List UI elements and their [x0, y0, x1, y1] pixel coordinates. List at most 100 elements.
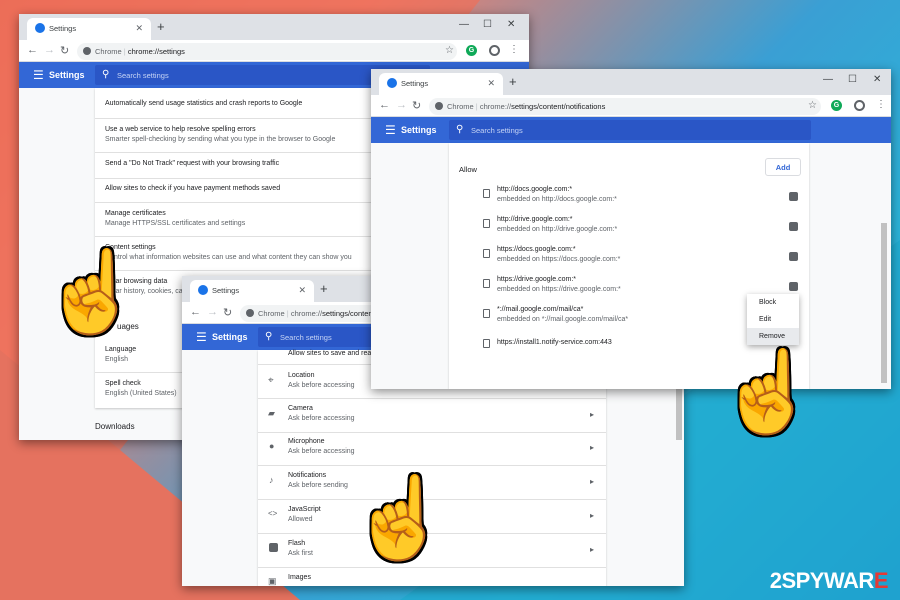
- minimize-icon[interactable]: —: [823, 74, 833, 85]
- settings-row[interactable]: Use a web service to help resolve spelli…: [105, 126, 335, 143]
- omnibox[interactable]: Chrome | chrome://settings/content/notif…: [429, 98, 821, 115]
- extension-puzzle-icon[interactable]: [789, 192, 798, 201]
- new-tab-button[interactable]: +: [320, 281, 328, 296]
- site-row: https://docs.google.com:* embedded on htt…: [497, 246, 621, 263]
- scrollbar[interactable]: [881, 223, 887, 383]
- back-icon[interactable]: ←: [379, 99, 390, 111]
- hand-pointer-icon: ☝: [42, 247, 142, 336]
- tab-title: Settings: [212, 286, 240, 295]
- new-tab-button[interactable]: +: [509, 74, 517, 89]
- reload-icon[interactable]: ↻: [60, 44, 69, 57]
- omnibox-url-prefix: chrome://: [479, 102, 512, 111]
- add-button[interactable]: Add: [765, 158, 801, 176]
- site-row: https://drive.google.com:* embedded on ht…: [497, 276, 621, 293]
- block-menu-item[interactable]: Block: [747, 294, 799, 311]
- edit-menu-item[interactable]: Edit: [747, 311, 799, 328]
- close-window-icon[interactable]: ✕: [507, 19, 515, 30]
- hand-pointer-icon: ☝: [350, 473, 450, 562]
- settings-row[interactable]: Send a "Do Not Track" request with your …: [105, 160, 279, 167]
- image-icon: ▣: [268, 576, 277, 586]
- reload-icon[interactable]: ↻: [223, 306, 232, 319]
- new-tab-button[interactable]: +: [157, 19, 165, 34]
- search-placeholder: Search settings: [280, 333, 332, 342]
- javascript-row[interactable]: JavaScript Allowed: [288, 506, 321, 523]
- code-icon: <>: [268, 509, 278, 518]
- omnibox-url: settings/content/notifications: [511, 102, 606, 111]
- omnibox-scheme: Chrome: [95, 47, 122, 56]
- hamburger-menu-icon[interactable]: ☰: [33, 68, 44, 82]
- puzzle-icon: [269, 543, 278, 552]
- account-icon[interactable]: [854, 100, 865, 111]
- maximize-icon[interactable]: ☐: [848, 74, 857, 85]
- omnibox-url: chrome://settings: [127, 47, 185, 56]
- settings-row[interactable]: Manage certificates Manage HTTPS/SSL cert…: [105, 210, 245, 227]
- extension-puzzle-icon[interactable]: [789, 252, 798, 261]
- settings-row[interactable]: Automatically send usage statistics and …: [105, 100, 302, 107]
- tab-strip: Settings ✕ + — ☐ ✕: [19, 14, 529, 40]
- back-icon[interactable]: ←: [190, 306, 201, 318]
- grammarly-extension-icon[interactable]: G: [831, 100, 842, 111]
- partial-row[interactable]: Allow sites to save and read: [288, 350, 375, 357]
- tab-settings[interactable]: Settings ✕: [27, 18, 151, 40]
- images-row[interactable]: Images: [288, 574, 311, 581]
- maximize-icon[interactable]: ☐: [483, 19, 492, 30]
- account-icon[interactable]: [489, 45, 500, 56]
- chevron-right-icon: ▸: [590, 511, 595, 520]
- settings-header: ☰ Settings ⚲ Search settings: [371, 117, 891, 143]
- location-row[interactable]: Location Ask before accessing: [288, 372, 355, 389]
- header-title: Settings: [212, 332, 248, 342]
- grammarly-extension-icon[interactable]: G: [466, 45, 477, 56]
- remove-menu-item[interactable]: Remove: [747, 328, 799, 345]
- chevron-right-icon: ▸: [590, 477, 595, 486]
- site-row: http://docs.google.com:* embedded on http…: [497, 186, 617, 203]
- bookmark-star-icon[interactable]: ☆: [808, 100, 817, 111]
- flash-row[interactable]: Flash Ask first: [288, 540, 313, 557]
- file-icon: [483, 279, 490, 288]
- settings-row[interactable]: Allow sites to check if you have payment…: [105, 185, 280, 192]
- close-tab-icon[interactable]: ✕: [487, 78, 495, 89]
- language-row[interactable]: Language English: [105, 346, 136, 363]
- bell-icon: ♪: [269, 475, 274, 485]
- minimize-icon[interactable]: —: [459, 19, 469, 30]
- hamburger-menu-icon[interactable]: ☰: [196, 330, 207, 344]
- file-icon: [483, 249, 490, 258]
- file-icon: [483, 219, 490, 228]
- microphone-row[interactable]: Microphone Ask before accessing: [288, 438, 355, 455]
- chevron-right-icon: ▸: [590, 545, 595, 554]
- chevron-right-icon: ▸: [590, 443, 595, 452]
- forward-icon[interactable]: →: [44, 44, 55, 56]
- file-icon: [483, 309, 490, 318]
- tab-settings[interactable]: Settings ✕: [190, 280, 314, 302]
- extension-puzzle-icon[interactable]: [789, 222, 798, 231]
- extension-puzzle-icon[interactable]: [789, 282, 798, 291]
- site-info-icon[interactable]: [246, 309, 254, 317]
- menu-kebab-icon[interactable]: ⋮: [876, 99, 886, 110]
- forward-icon[interactable]: →: [396, 99, 407, 111]
- camera-row[interactable]: Camera Ask before accessing: [288, 405, 355, 422]
- tab-settings[interactable]: Settings ✕: [379, 73, 503, 95]
- bookmark-star-icon[interactable]: ☆: [445, 45, 454, 56]
- search-settings-input[interactable]: ⚲ Search settings: [449, 120, 811, 140]
- address-bar: ← → ↻ Chrome | chrome://settings/content…: [371, 95, 891, 117]
- site-info-icon[interactable]: [83, 47, 91, 55]
- site-info-icon[interactable]: [435, 102, 443, 110]
- hamburger-menu-icon[interactable]: ☰: [385, 123, 396, 137]
- omnibox-scheme: Chrome: [258, 309, 285, 318]
- site-context-menu: Block Edit Remove: [747, 294, 799, 345]
- menu-kebab-icon[interactable]: ⋮: [509, 44, 519, 55]
- omnibox-scheme: Chrome: [447, 102, 474, 111]
- settings-gear-icon: [35, 23, 45, 33]
- content-settings-row[interactable]: Content settings Control what information…: [105, 244, 352, 261]
- hand-pointer-icon: ☝: [718, 347, 818, 436]
- close-window-icon[interactable]: ✕: [873, 74, 881, 85]
- forward-icon[interactable]: →: [207, 306, 218, 318]
- back-icon[interactable]: ←: [27, 44, 38, 56]
- close-tab-icon[interactable]: ✕: [298, 285, 306, 296]
- close-tab-icon[interactable]: ✕: [135, 23, 143, 34]
- site-row-suspicious: https://install1.notify-service.com:443: [497, 339, 612, 346]
- notifications-row[interactable]: Notifications Ask before sending: [288, 472, 348, 489]
- reload-icon[interactable]: ↻: [412, 99, 421, 112]
- spell-check-row[interactable]: Spell check English (United States): [105, 380, 177, 397]
- tab-title: Settings: [49, 24, 77, 33]
- omnibox[interactable]: Chrome | chrome://settings: [77, 43, 457, 60]
